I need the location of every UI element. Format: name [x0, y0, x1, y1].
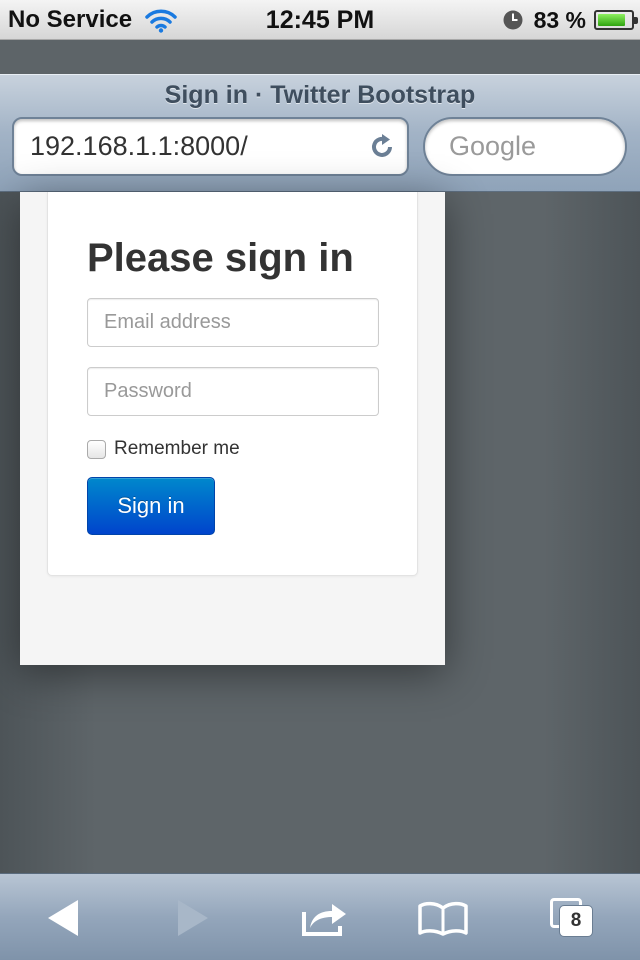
remember-me-checkbox[interactable] — [87, 439, 106, 459]
email-field[interactable] — [87, 298, 379, 347]
status-bar: No Service 12:45 PM 83 % — [0, 0, 640, 40]
reload-icon[interactable] — [367, 132, 397, 162]
bookmarks-button[interactable] — [403, 874, 483, 960]
wifi-icon — [145, 9, 177, 33]
share-button[interactable] — [285, 874, 365, 960]
password-field[interactable] — [87, 367, 379, 416]
tabs-icon: 8 — [550, 897, 594, 938]
page-title: Sign in · Twitter Bootstrap — [164, 81, 476, 109]
bookmarks-book-icon — [418, 901, 468, 936]
battery-icon — [594, 10, 638, 30]
battery-percentage: 83 % — [533, 6, 586, 33]
back-arrow-icon — [48, 899, 78, 936]
page-viewport[interactable]: Please sign in Remember me Sign in — [0, 192, 640, 873]
tabs-button[interactable]: 8 — [532, 874, 612, 960]
form-heading: Please sign in — [87, 236, 354, 280]
forward-arrow-icon — [178, 899, 208, 936]
remember-me[interactable]: Remember me — [87, 438, 240, 460]
search-placeholder[interactable]: Google — [449, 119, 536, 174]
status-bar-right: 83 % — [502, 0, 638, 40]
browser-nav-bar: Sign in · Twitter Bootstrap 192.168.1.1:… — [0, 74, 640, 192]
browser-toolbar: 8 — [0, 873, 640, 960]
tab-count: 8 — [560, 905, 592, 936]
back-button[interactable] — [24, 874, 104, 960]
signin-form: Please sign in Remember me Sign in — [47, 192, 418, 576]
clock-icon — [503, 10, 523, 30]
carrier-label: No Service — [8, 6, 133, 33]
url-text[interactable]: 192.168.1.1:8000/ — [30, 119, 248, 174]
url-bar[interactable]: 192.168.1.1:8000/ — [12, 117, 409, 176]
share-icon — [302, 903, 346, 936]
remember-me-label[interactable]: Remember me — [114, 438, 240, 460]
battery-fill — [598, 14, 625, 26]
web-page: Please sign in Remember me Sign in — [20, 192, 445, 665]
search-field[interactable]: Google — [423, 117, 627, 176]
forward-button[interactable] — [152, 874, 232, 960]
status-bar-left: No Service — [8, 0, 178, 40]
sign-in-button[interactable]: Sign in — [87, 477, 215, 535]
